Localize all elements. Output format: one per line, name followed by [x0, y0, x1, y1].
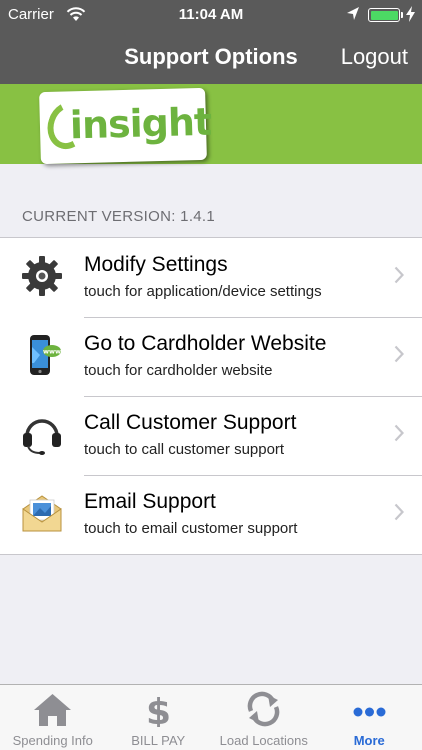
battery-fill [370, 10, 398, 20]
location-arrow-icon [346, 6, 360, 26]
headset-icon [20, 412, 64, 456]
row-title: Go to Cardholder Website [84, 332, 327, 355]
svg-text:$: $ [146, 692, 171, 727]
row-title: Call Customer Support [84, 411, 297, 434]
logo-text: insight [69, 99, 212, 148]
cardholder-website-row[interactable]: www Go to Cardholder Website touch for c… [0, 317, 422, 396]
tab-bill-pay[interactable]: $ BILL PAY [106, 685, 212, 750]
version-label: CURRENT VERSION: 1.4.1 [22, 208, 216, 225]
tab-label: More [353, 733, 385, 748]
tab-spending-info[interactable]: Spending Info [0, 685, 106, 750]
tab-more[interactable]: More [317, 685, 422, 750]
chevron-right-icon [394, 424, 405, 447]
tab-load-locations[interactable]: Load Locations [211, 685, 317, 750]
gear-icon [20, 254, 64, 298]
logout-button[interactable]: Logout [341, 44, 408, 70]
row-subtitle: touch to call customer support [84, 441, 285, 458]
tab-label: Load Locations [219, 733, 308, 748]
row-subtitle: touch for cardholder website [84, 362, 273, 379]
insight-logo: insight [39, 87, 212, 165]
brand-banner: insight [0, 84, 422, 165]
envelope-icon [20, 491, 64, 535]
chevron-right-icon [394, 503, 405, 526]
tab-label: BILL PAY [131, 733, 186, 748]
chevron-right-icon [394, 345, 405, 368]
refresh-icon [211, 691, 317, 727]
status-bar: Carrier 11:04 AM [0, 0, 422, 30]
charging-bolt-icon [406, 6, 415, 25]
battery-tip [401, 12, 403, 18]
call-support-row[interactable]: Call Customer Support touch to call cust… [0, 396, 422, 475]
svg-text:www: www [43, 348, 61, 356]
row-title: Modify Settings [84, 253, 228, 276]
row-title: Email Support [84, 490, 216, 513]
phone-web-icon: www [20, 333, 64, 377]
battery-icon [368, 8, 400, 22]
support-options-list: Modify Settings touch for application/de… [0, 237, 422, 555]
dollar-icon: $ [106, 691, 212, 733]
chevron-right-icon [394, 266, 405, 289]
house-icon [0, 691, 106, 727]
email-support-row[interactable]: Email Support touch to email customer su… [0, 475, 422, 554]
modify-settings-row[interactable]: Modify Settings touch for application/de… [0, 238, 422, 317]
tab-bar: Spending Info $ BILL PAY Load Locations [0, 684, 422, 750]
more-dots-icon [317, 691, 422, 727]
navigation-bar: Support Options Logout [0, 30, 422, 84]
row-subtitle: touch for application/device settings [84, 283, 322, 300]
tab-label: Spending Info [12, 733, 93, 748]
row-subtitle: touch to email customer support [84, 520, 298, 537]
